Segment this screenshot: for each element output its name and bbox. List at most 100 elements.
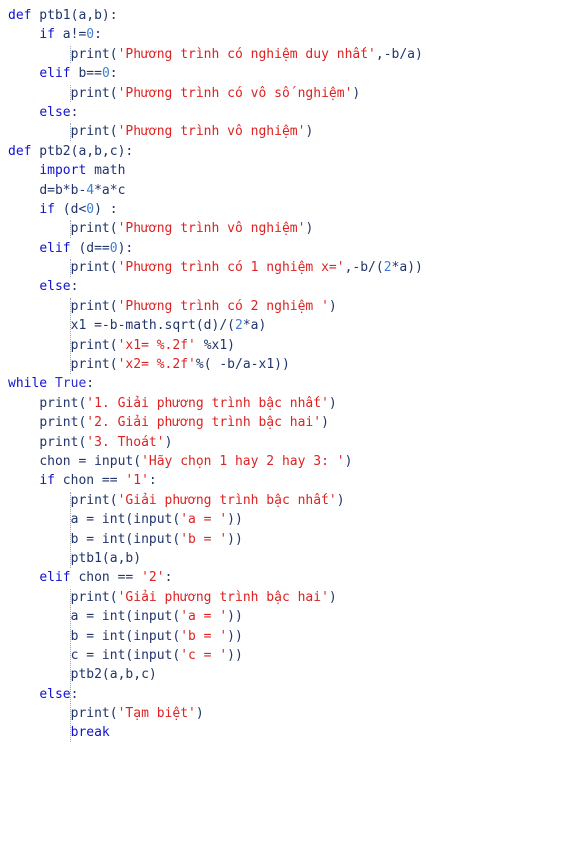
code-token-pln: print(: [39, 434, 87, 450]
code-token-pln: ): [195, 706, 204, 722]
code-token-num: 0: [86, 201, 95, 217]
code-token-pln: ):: [117, 240, 134, 256]
code-line: if chon == '1':: [8, 471, 577, 490]
code-token-num: 2: [383, 260, 392, 276]
code-line: b = int(input('b = ')): [8, 627, 577, 646]
code-token-pln: *a)): [391, 260, 423, 276]
code-line: ptb2(a,b,c): [8, 665, 577, 684]
code-token-pln: )): [227, 647, 243, 663]
code-line: print('Phương trình có 1 nghiệm x=',-b/(…: [8, 258, 577, 277]
code-token-kw: elif: [39, 240, 71, 256]
code-editor[interactable]: def ptb1(a,b): if a!=0: print('Phương tr…: [0, 0, 577, 854]
code-line: print('Phương trình vô nghiệm'): [8, 122, 577, 141]
code-token-str: 'b = ': [180, 531, 228, 547]
code-line: c = int(input('c = ')): [8, 646, 577, 665]
code-token-str: 'c = ': [180, 647, 228, 663]
code-token-pln: b==: [70, 66, 102, 82]
code-token-str: 'Hãy chọn 1 hay 2 hay 3: ': [141, 453, 345, 469]
code-token-pln: ): [305, 124, 314, 140]
code-line: ptb1(a,b): [8, 549, 577, 568]
code-line: def ptb1(a,b):: [8, 6, 577, 25]
code-token-kw: elif: [39, 570, 71, 586]
code-token-pln: print(: [70, 706, 118, 722]
code-line: a = int(input('a = ')): [8, 607, 577, 626]
code-token-pln: ): [328, 298, 337, 314]
code-line: elif chon == '2':: [8, 568, 577, 587]
code-token-str: 'Phương trình có vô số nghiệm': [117, 85, 353, 101]
code-line: else:: [8, 685, 577, 704]
code-line: print('Tạm biệt'): [8, 704, 577, 723]
code-token-str: 'Phương trình vô nghiệm': [117, 221, 306, 237]
code-token-pln: print(: [70, 357, 118, 373]
code-token-pln: b = int(input(: [70, 531, 181, 547]
code-line: print('1. Giải phương trình bậc nhất'): [8, 394, 577, 413]
code-token-pln: ) :: [94, 201, 118, 217]
code-token-pln: x1 =-b-math.sqrt(d)/(: [70, 318, 235, 334]
code-line: print('Phương trình có nghiệm duy nhất',…: [8, 45, 577, 64]
code-line: x1 =-b-math.sqrt(d)/(2*a): [8, 316, 577, 335]
code-token-kw: else: [39, 104, 71, 120]
code-token-kw: else: [39, 686, 71, 702]
code-token-pln: ): [328, 395, 337, 411]
code-token-str: 'x1= %.2f': [117, 337, 196, 353]
code-token-pln: ): [336, 492, 345, 508]
code-token-pln: print(: [70, 221, 118, 237]
code-line: print('Phương trình có vô số nghiệm'): [8, 84, 577, 103]
code-line: chon = input('Hãy chọn 1 hay 2 hay 3: '): [8, 452, 577, 471]
code-token-pln: print(: [70, 298, 118, 314]
code-token-pln: a!=: [54, 27, 87, 43]
code-token-pln: ): [352, 85, 361, 101]
code-token-str: 'Giải phương trình bậc hai': [117, 589, 329, 605]
code-token-kw: import: [39, 163, 87, 179]
code-token-str: 'Phương trình có nghiệm duy nhất': [117, 46, 376, 62]
code-line: def ptb2(a,b,c):: [8, 142, 577, 161]
code-token-pln: (d==: [70, 240, 110, 256]
code-token-pln: *a): [242, 318, 267, 334]
code-content[interactable]: def ptb1(a,b): if a!=0: print('Phương tr…: [0, 0, 577, 743]
code-token-kw: elif: [39, 66, 71, 82]
code-token-pln: :: [148, 473, 157, 489]
code-token-str: 'Phương trình có 2 nghiệm ': [117, 298, 329, 314]
code-token-pln: d=b*b-: [39, 182, 87, 198]
code-token-pln: chon ==: [54, 473, 126, 489]
code-line: while True:: [8, 374, 577, 393]
code-token-pln: )): [227, 609, 243, 625]
code-token-pln: b = int(input(: [70, 628, 181, 644]
code-token-str: '1': [125, 473, 149, 489]
code-token-kw: break: [70, 725, 110, 741]
code-token-str: '3. Thoát': [86, 434, 165, 450]
code-token-pln: %( -b/a-x1)): [195, 357, 290, 373]
code-token-pln: (d<: [54, 201, 87, 217]
code-token-str: 'Phương trình có 1 nghiệm x=': [117, 260, 345, 276]
code-token-num: 0: [101, 66, 110, 82]
code-token-num: 4: [86, 182, 95, 198]
code-token-pln: :: [94, 27, 102, 43]
code-token-pln: )): [227, 512, 243, 528]
code-line: if (d<0) :: [8, 200, 577, 219]
code-line: print('x2= %.2f'%( -b/a-x1)): [8, 355, 577, 374]
code-token-str: 'x2= %.2f': [117, 357, 196, 373]
code-token-pln: ptb2(a,b,c):: [31, 143, 134, 159]
